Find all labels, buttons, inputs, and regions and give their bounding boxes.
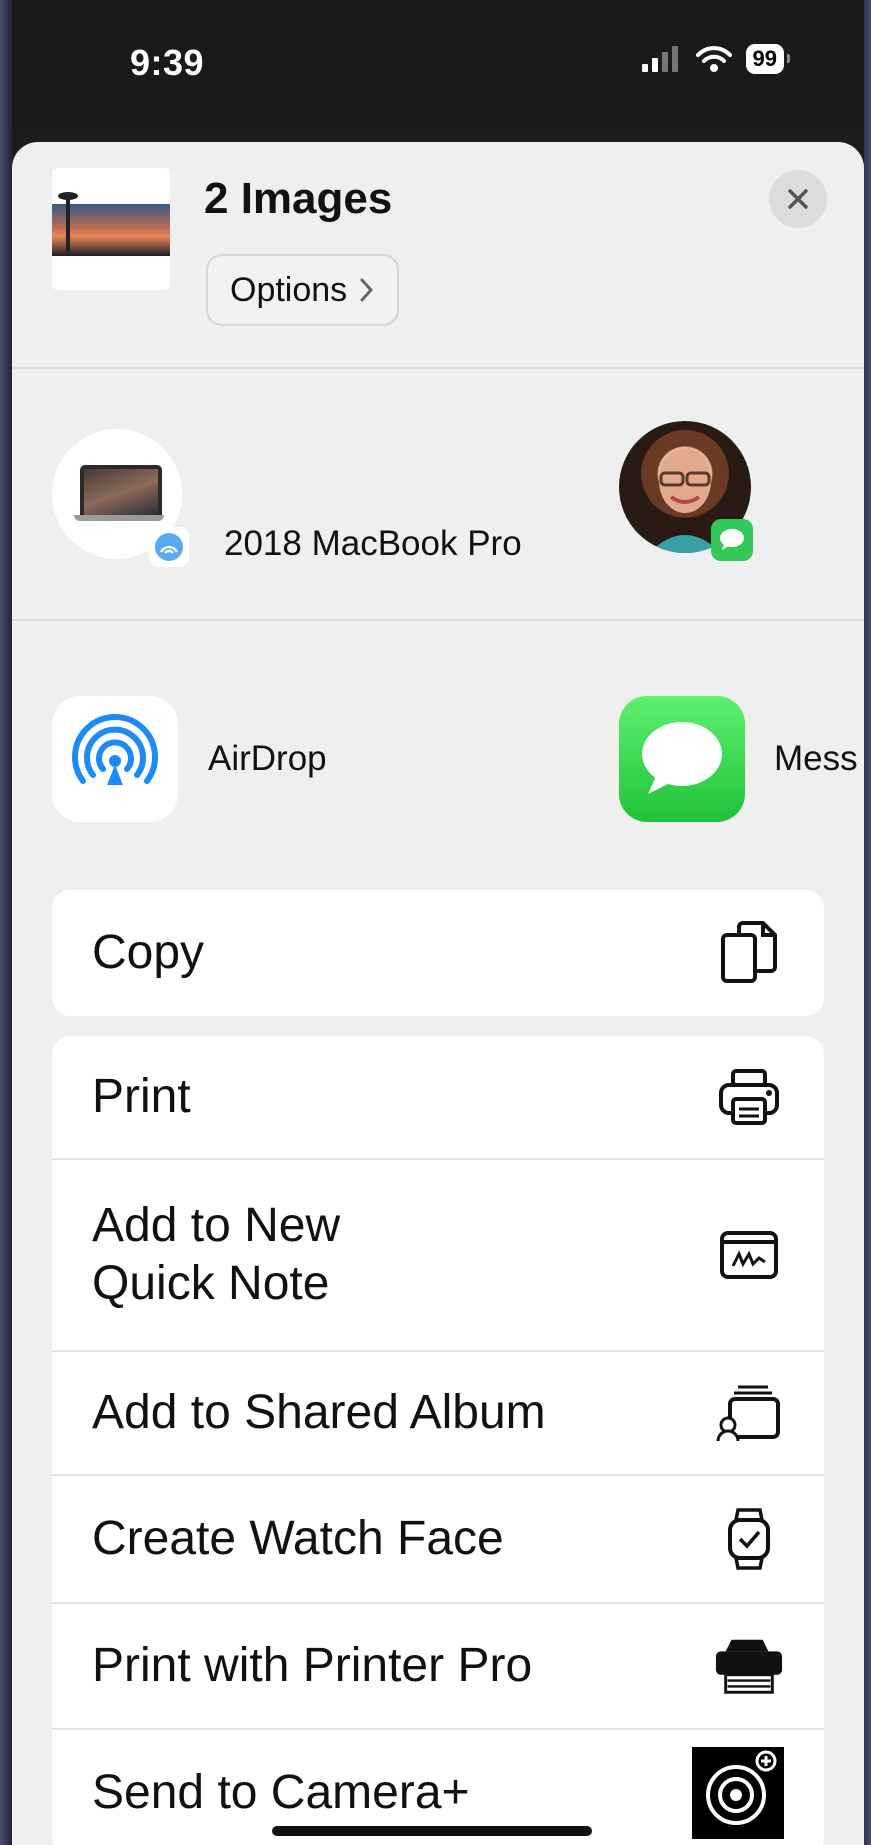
airdrop-app-label: AirDrop <box>208 739 327 778</box>
messages-app-icon[interactable] <box>619 696 745 822</box>
messages-badge-icon <box>711 519 753 561</box>
sheet-title: 2 Images <box>204 174 393 223</box>
status-icons: 99 <box>641 44 791 74</box>
options-label: Options <box>230 270 348 309</box>
close-icon <box>788 189 808 209</box>
wifi-icon <box>695 46 732 72</box>
action-watch-face-label: Create Watch Face <box>92 1512 504 1566</box>
action-quick-note[interactable]: Add to New Quick Note <box>52 1160 824 1352</box>
options-button[interactable]: Options <box>206 254 400 326</box>
action-copy[interactable]: Copy <box>52 890 824 1016</box>
messages-app-label: Mess <box>774 739 858 778</box>
action-camera-plus-label: Send to Camera+ <box>92 1766 470 1820</box>
share-sheet-header: 2 Images Options <box>12 142 864 369</box>
status-bar: 9:39 99 <box>12 0 864 130</box>
action-printer-pro[interactable]: Print with Printer Pro <box>52 1604 824 1730</box>
actions-list: Copy Print Add to New Quick Note Add to … <box>52 890 824 1845</box>
quick-note-icon <box>714 1220 784 1290</box>
camera-plus-icon <box>692 1747 784 1839</box>
action-shared-album[interactable]: Add to Shared Album <box>52 1352 824 1476</box>
home-indicator[interactable] <box>272 1826 592 1836</box>
close-button[interactable] <box>769 170 827 228</box>
status-time: 9:39 <box>130 42 205 83</box>
cellular-signal-icon <box>641 46 678 72</box>
printer-pro-icon <box>714 1631 784 1701</box>
apps-row: AirDrop Mess <box>12 621 864 871</box>
action-shared-album-label: Add to Shared Album <box>92 1386 546 1440</box>
people-row: 2018 MacBook Pro <box>12 369 864 621</box>
images-thumbnail <box>52 168 170 290</box>
copy-icon <box>714 918 784 988</box>
airdrop-badge-icon <box>149 527 189 567</box>
action-quick-note-label: Add to New Quick Note <box>92 1199 341 1310</box>
macbook-label: 2018 MacBook Pro <box>224 524 522 563</box>
battery-indicator: 99 <box>745 44 791 74</box>
chevron-right-icon <box>360 278 374 302</box>
actions-group-copy: Copy <box>52 890 824 1016</box>
action-watch-face[interactable]: Create Watch Face <box>52 1476 824 1604</box>
action-copy-label: Copy <box>92 926 205 980</box>
action-print[interactable]: Print <box>52 1036 824 1160</box>
action-printer-pro-label: Print with Printer Pro <box>92 1639 533 1693</box>
action-print-label: Print <box>92 1070 191 1124</box>
watch-icon <box>714 1504 784 1574</box>
share-sheet: 2 Images Options 2018 MacBook Pro AirDro… <box>12 142 864 1845</box>
airdrop-app-icon[interactable] <box>52 696 178 822</box>
shared-album-icon <box>714 1378 784 1448</box>
printer-icon <box>714 1062 784 1132</box>
phone-screen: 9:39 99 2 Images Options 2018 MacBook Pr… <box>12 0 864 1845</box>
actions-group-main: Print Add to New Quick Note Add to Share… <box>52 1036 824 1845</box>
